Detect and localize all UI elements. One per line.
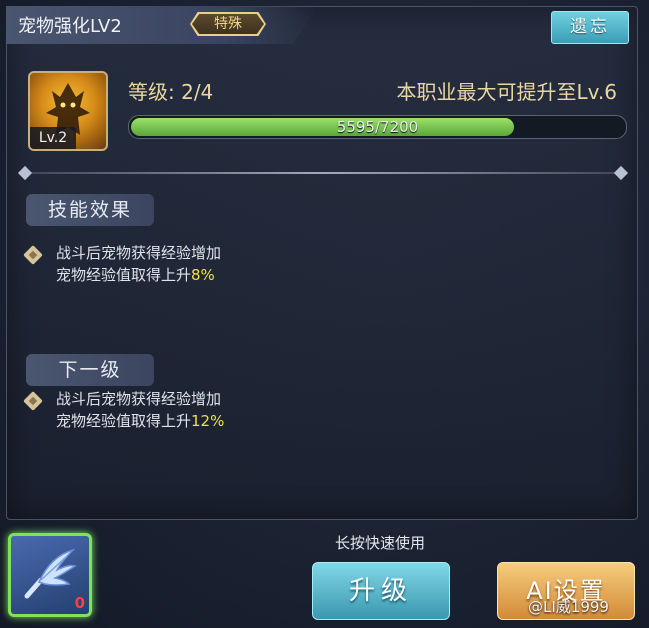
special-tag-label: 特殊	[192, 14, 264, 34]
pet-level-badge: Lv.2	[30, 127, 76, 149]
next-effect-row: 战斗后宠物获得经验增加 宠物经验值取得上升12%	[23, 388, 225, 432]
current-effect-line1: 战斗后宠物获得经验增加	[56, 244, 222, 262]
long-press-hint: 长按快速使用	[334, 534, 425, 552]
exp-progress-bar: 5595/7200	[128, 115, 627, 139]
current-effect-line2: 宠物经验值取得上升8%	[56, 266, 215, 284]
divider	[24, 172, 626, 174]
item-count: 0	[74, 594, 85, 612]
pet-avatar-icon: Lv.2	[28, 71, 108, 151]
level-label: 等级: 2/4	[128, 80, 214, 104]
next-level-label: 下一级	[26, 354, 154, 386]
upgrade-button[interactable]: 升级	[312, 562, 450, 620]
max-level-label: 本职业最大可提升至Lv.6	[396, 80, 617, 104]
diamond-bullet-icon	[23, 245, 43, 265]
next-effect-line2: 宠物经验值取得上升12%	[56, 412, 225, 430]
skill-title: 宠物强化LV2	[18, 16, 122, 37]
exp-progress-text: 5595/7200	[336, 118, 419, 136]
upgrade-item-slot[interactable]: 0	[8, 533, 92, 617]
forget-button[interactable]: 遗忘	[551, 11, 629, 44]
current-effect-label: 技能效果	[26, 194, 154, 226]
special-tag: 特殊	[190, 12, 266, 36]
watermark: @LI威1999	[528, 598, 609, 616]
diamond-bullet-icon	[23, 391, 43, 411]
next-effect-value: 12%	[191, 412, 225, 430]
next-effect-line1: 战斗后宠物获得经验增加	[56, 390, 222, 408]
current-effect-row: 战斗后宠物获得经验增加 宠物经验值取得上升8%	[23, 242, 222, 286]
current-effect-value: 8%	[191, 266, 215, 284]
